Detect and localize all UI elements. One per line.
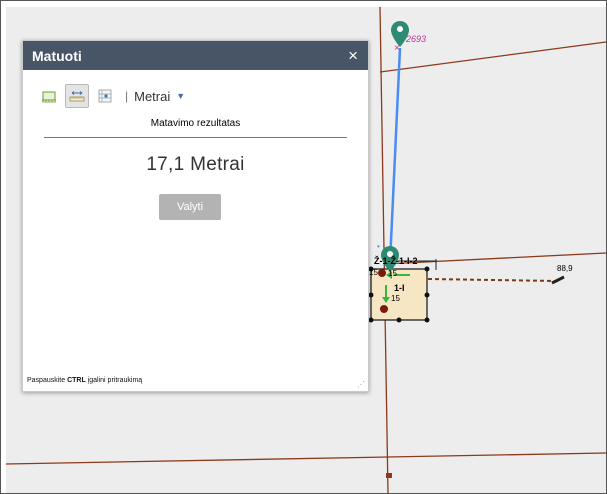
- snapping-hint: Paspauskite CTRL įgalini pritraukimą: [27, 377, 143, 384]
- parcel-label-1i: 1-I: [394, 283, 405, 293]
- result-label: Matavimo rezultatas: [150, 118, 241, 129]
- measure-toolbar: | Metrai ▼: [37, 84, 185, 108]
- measure-widget: Matuoti × | Metrai ▼ Matavimo rezultatas…: [22, 40, 369, 392]
- area-measure-button[interactable]: [37, 84, 61, 108]
- svg-text:•: •: [377, 242, 380, 251]
- distance-measure-button[interactable]: [65, 84, 89, 108]
- area-measure-icon: [42, 91, 56, 103]
- dashed-boundary: [427, 278, 559, 282]
- parcel-label-number: 15: [388, 269, 397, 278]
- parcel-label-2693: 2693: [406, 34, 427, 44]
- parcel-label-number: 15: [369, 268, 378, 277]
- resize-grip-icon[interactable]: ⋰: [357, 381, 365, 389]
- unit-dropdown[interactable]: Metrai ▼: [134, 89, 185, 104]
- hint-key: CTRL: [67, 377, 86, 384]
- chevron-down-icon: ▼: [176, 91, 186, 101]
- toolbar-separator: |: [125, 89, 129, 103]
- result-value: 17,1 Metrai: [146, 154, 245, 175]
- boundary-line-bottom: [6, 452, 606, 465]
- boundary-line-upper: [379, 41, 606, 73]
- parcel-label-top: Ž-1-Ž-1-I-2: [374, 256, 418, 266]
- screen-frame: × • 2693 Ž-1-Ž-1-I-2 15 15 1-I 15 88,9 M…: [0, 0, 607, 494]
- close-icon[interactable]: ×: [348, 47, 358, 64]
- measure-line: [388, 47, 402, 264]
- location-measure-button[interactable]: [93, 84, 117, 108]
- distance-measure-icon: [69, 91, 85, 102]
- result-divider: [44, 137, 347, 138]
- location-measure-icon: [98, 89, 112, 103]
- parcel-label-number: 15: [391, 294, 400, 303]
- value-label: 88,9: [557, 264, 573, 273]
- parcel-point-marker: [380, 305, 388, 313]
- clear-button[interactable]: Valyti: [159, 194, 221, 220]
- widget-title: Matuoti: [32, 47, 82, 64]
- unit-label: Metrai: [134, 88, 171, 104]
- boundary-end-mark: [551, 275, 565, 285]
- widget-header: Matuoti ×: [23, 41, 368, 70]
- boundary-marker: [386, 473, 392, 478]
